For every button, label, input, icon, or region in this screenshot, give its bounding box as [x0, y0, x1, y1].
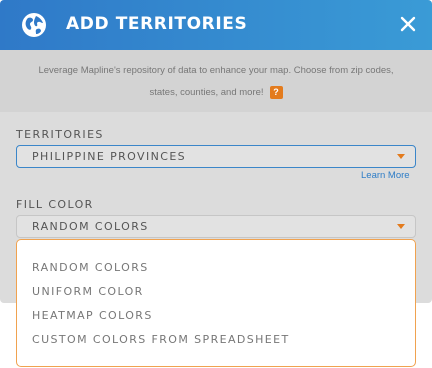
chevron-down-icon [397, 154, 405, 159]
close-icon[interactable] [398, 14, 418, 34]
globe-icon [22, 13, 46, 37]
fill-color-selected-value: RANDOM COLORS [32, 220, 149, 233]
intro-description: Leverage Mapline's repository of data to… [0, 50, 432, 112]
learn-more-link[interactable]: Learn More [361, 170, 410, 181]
chevron-down-icon [397, 224, 405, 229]
option-heatmap-colors[interactable]: HEATMAP COLORS [32, 309, 153, 322]
fill-color-label: FILL COLOR [16, 198, 94, 211]
territories-select[interactable]: PHILIPPINE PROVINCES [16, 145, 416, 168]
intro-line-2: states, counties, and more!? [0, 86, 432, 99]
dialog-title: ADD TERRITORIES [66, 14, 248, 34]
territories-label: TERRITORIES [16, 128, 104, 141]
help-icon[interactable]: ? [269, 86, 283, 99]
intro-line-1: Leverage Mapline's repository of data to… [38, 65, 394, 76]
option-uniform-color[interactable]: UNIFORM COLOR [32, 285, 144, 298]
intro-line-2-text: states, counties, and more! [149, 87, 264, 99]
fill-color-select[interactable]: RANDOM COLORS [16, 215, 416, 238]
option-random-colors[interactable]: RANDOM COLORS [32, 261, 149, 274]
fill-color-dropdown-menu: RANDOM COLORS UNIFORM COLOR HEATMAP COLO… [16, 239, 416, 367]
territories-selected-value: PHILIPPINE PROVINCES [32, 150, 187, 163]
dialog-header: ADD TERRITORIES [0, 0, 432, 50]
option-custom-colors-from-spreadsheet[interactable]: CUSTOM COLORS FROM SPREADSHEET [32, 333, 290, 346]
